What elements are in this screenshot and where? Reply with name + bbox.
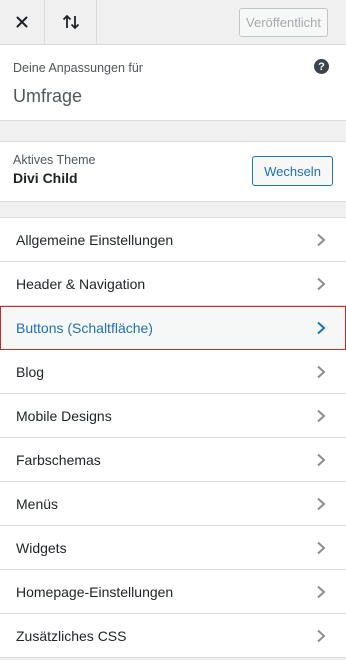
section-item[interactable]: Blog [0, 350, 346, 394]
section-item-label: Homepage-Einstellungen [16, 583, 174, 600]
reorder-button[interactable] [45, 0, 97, 44]
chevron-right-icon [317, 277, 326, 291]
chevron-right-icon [317, 453, 326, 467]
close-button[interactable] [0, 0, 45, 44]
change-theme-button[interactable]: Wechseln [252, 156, 333, 186]
section-item[interactable]: Homepage-Einstellungen [0, 570, 346, 614]
customizer-sections: Allgemeine Einstellungen Header & Navigat… [0, 217, 346, 658]
sort-arrows-icon [62, 14, 79, 30]
section-item-label: Widgets [16, 539, 67, 556]
section-item[interactable]: Buttons (Schaltfläche) [0, 306, 346, 350]
section-item-label: Menüs [16, 495, 59, 512]
help-icon[interactable]: ? [314, 59, 329, 74]
section-item-label: Header & Navigation [16, 275, 146, 292]
section-item-label: Farbschemas [16, 451, 101, 468]
chevron-right-icon [317, 541, 326, 555]
section-item[interactable]: Zusätzliches CSS [0, 614, 346, 658]
chevron-right-icon [317, 497, 326, 511]
active-theme-name: Divi Child [13, 170, 78, 186]
section-item[interactable]: Header & Navigation [0, 262, 346, 306]
section-item[interactable]: Menüs [0, 482, 346, 526]
publish-button[interactable]: Veröffentlicht [239, 8, 328, 37]
page-title: Umfrage [13, 86, 83, 106]
close-icon [16, 16, 28, 28]
section-item-label: Buttons (Schaltfläche) [16, 319, 153, 336]
chevron-right-icon [317, 365, 326, 379]
section-item-label: Blog [16, 363, 45, 380]
customizer-header: Veröffentlicht [0, 0, 346, 45]
chevron-right-icon [317, 233, 326, 247]
active-theme-label: Aktives Theme [13, 153, 96, 167]
section-item-label: Allgemeine Einstellungen [16, 231, 174, 248]
chevron-right-icon [317, 409, 326, 423]
chevron-right-icon [317, 321, 326, 335]
section-item[interactable]: Farbschemas [0, 438, 346, 482]
section-item[interactable]: Widgets [0, 526, 346, 570]
section-item[interactable]: Mobile Designs [0, 394, 346, 438]
section-item-label: Mobile Designs [16, 407, 112, 424]
chevron-right-icon [317, 629, 326, 643]
chevron-right-icon [317, 585, 326, 599]
section-item[interactable]: Allgemeine Einstellungen [0, 218, 346, 262]
customizer-info: Deine Anpassungen für Umfrage ? [0, 45, 346, 121]
section-item-label: Zusätzliches CSS [16, 627, 127, 644]
info-label: Deine Anpassungen für [13, 61, 143, 75]
active-theme-section: Aktives Theme Divi Child Wechseln [0, 141, 346, 202]
